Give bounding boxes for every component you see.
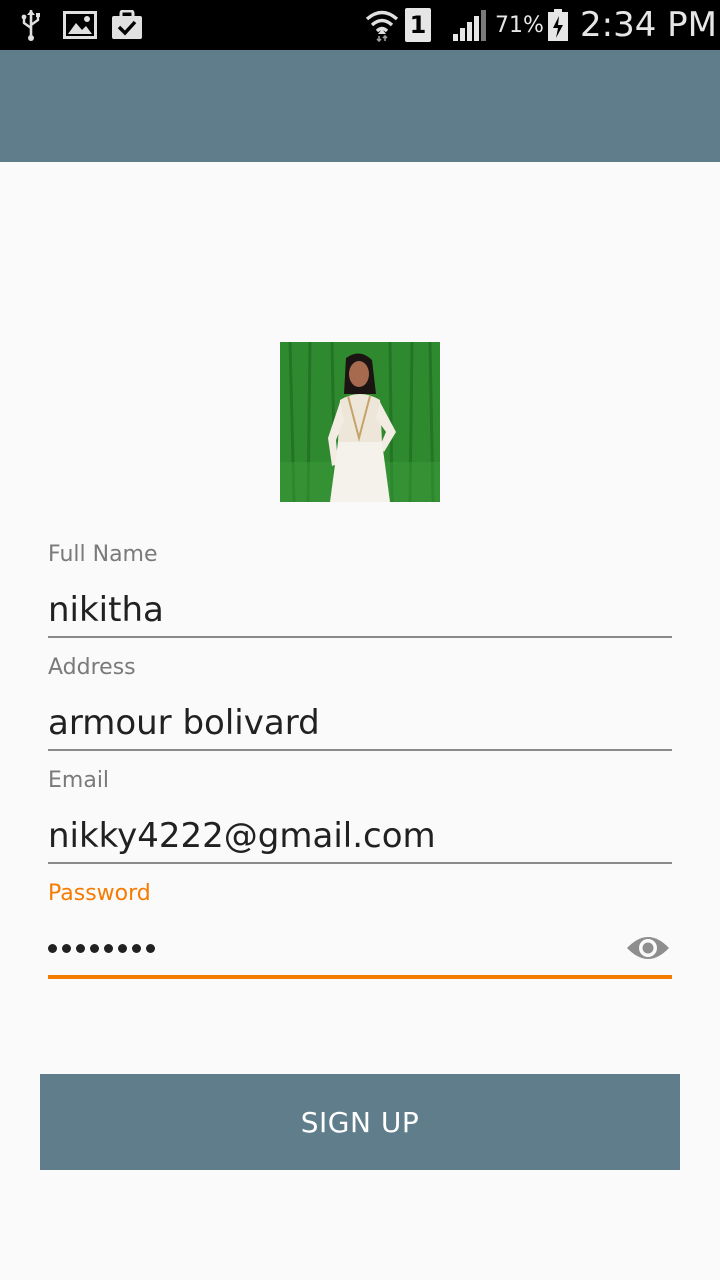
clipboard-check-icon [110, 0, 144, 50]
usb-icon [16, 0, 46, 50]
address-label: Address [48, 655, 136, 680]
full-name-input[interactable]: nikitha [48, 590, 164, 630]
gallery-icon [62, 0, 98, 50]
password-mask-dot [132, 943, 141, 953]
email-label: Email [48, 768, 110, 793]
password-mask-dot [90, 943, 99, 953]
password-underline [48, 975, 672, 979]
app-bar [0, 50, 720, 162]
address-input[interactable]: armour bolivard [48, 703, 320, 743]
password-input[interactable] [48, 930, 155, 966]
password-mask-dot [48, 943, 57, 953]
sign-up-button[interactable]: SIGN UP [40, 1074, 680, 1170]
signal-icon [450, 0, 488, 50]
sim-number: 1 [409, 11, 427, 39]
email-input[interactable]: nikky4222@gmail.com [48, 816, 436, 856]
password-mask-dot [146, 943, 155, 953]
sim-1-icon: 1 [404, 0, 432, 50]
password-mask-dot [76, 943, 85, 953]
address-underline [48, 749, 672, 751]
full-name-underline [48, 636, 672, 638]
full-name-label: Full Name [48, 542, 158, 567]
password-mask-dot [104, 943, 113, 953]
email-underline [48, 862, 672, 864]
profile-photo[interactable] [280, 342, 440, 502]
status-bar: 1 71% 2:34 PM [0, 0, 720, 50]
eye-icon[interactable] [624, 928, 672, 968]
battery-percent: 71% [495, 12, 544, 38]
password-label: Password [48, 881, 151, 906]
battery-charging-icon [546, 0, 570, 50]
password-mask-dot [62, 943, 71, 953]
wifi-icon [364, 0, 400, 50]
clock: 2:34 PM [580, 5, 717, 45]
password-mask-dot [118, 943, 127, 953]
